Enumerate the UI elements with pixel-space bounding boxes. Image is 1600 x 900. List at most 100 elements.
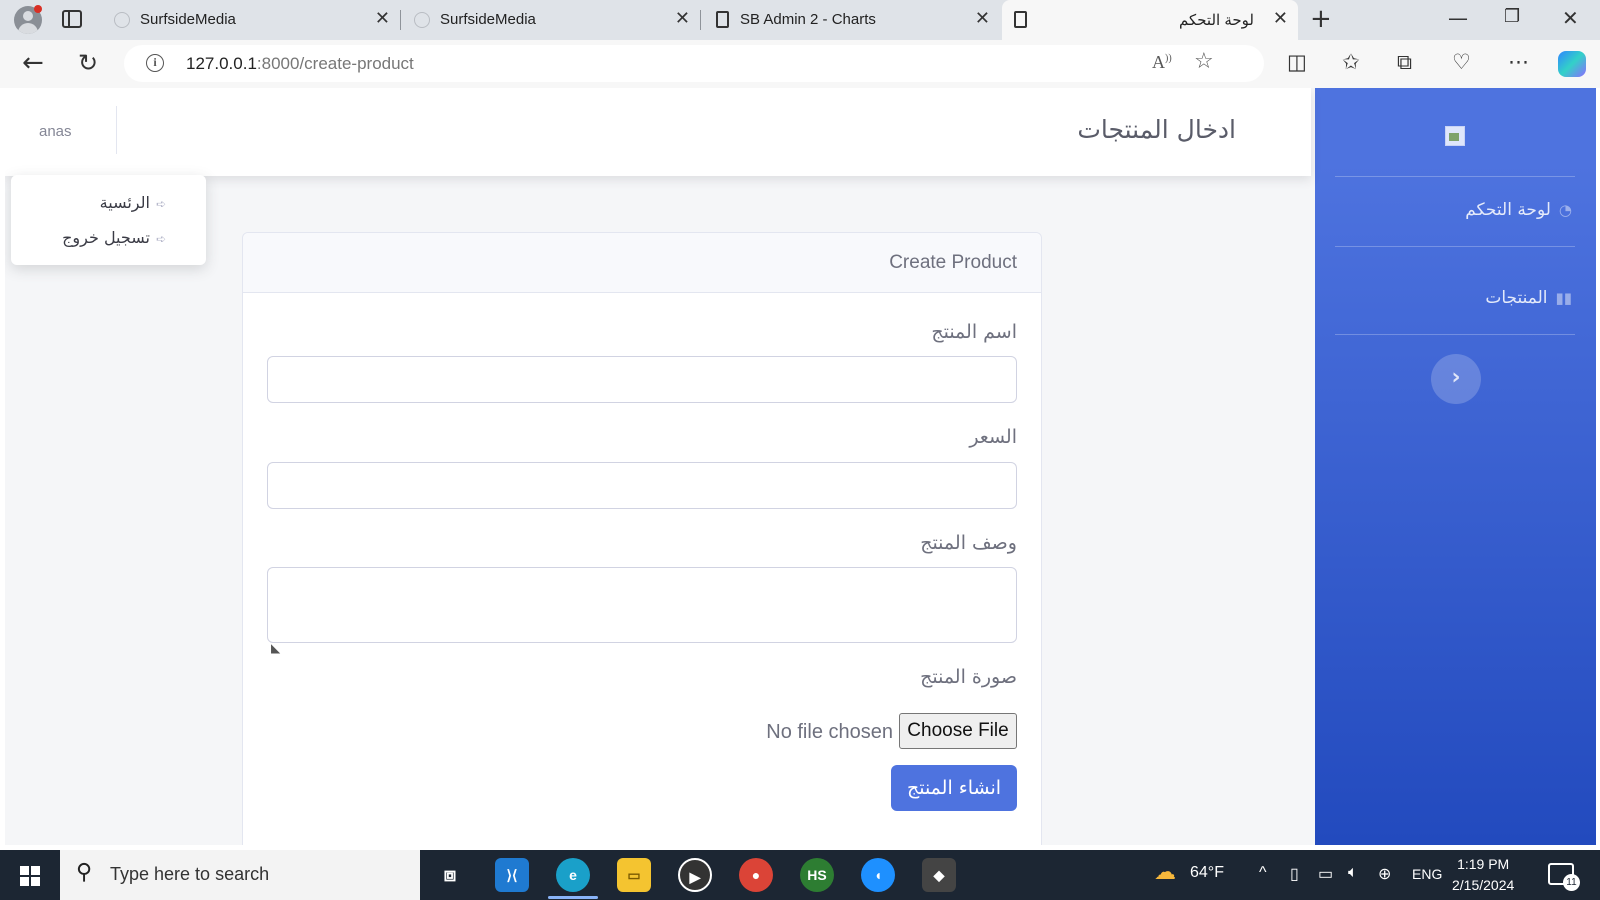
- read-aloud-icon[interactable]: A)): [1152, 52, 1172, 73]
- collections-icon[interactable]: ⧉: [1397, 50, 1412, 75]
- restore-icon[interactable]: ❐: [1504, 6, 1520, 27]
- profile-notification-dot: [34, 5, 42, 13]
- sign-out-icon: ➪: [155, 232, 166, 246]
- globe-icon: [114, 12, 130, 28]
- search-placeholder: Type here to search: [110, 864, 270, 884]
- volume-icon[interactable]: 🔈︎: [1348, 864, 1358, 882]
- user-menu-toggle[interactable]: anas: [39, 123, 72, 140]
- dropdown-item-logout[interactable]: ➪ تسجيل خروج: [62, 228, 166, 247]
- sidebar-item-label: لوحة التحكم: [1465, 200, 1551, 220]
- reload-icon[interactable]: ↻: [78, 49, 98, 77]
- chevron-up-icon[interactable]: ^: [1259, 864, 1267, 882]
- description-textarea[interactable]: [267, 567, 1017, 643]
- description-label: وصف المنتج: [920, 532, 1017, 554]
- tab-title: SB Admin 2 - Charts: [740, 11, 876, 28]
- url-host: 127.0.0.1: [186, 54, 257, 73]
- chrome-icon[interactable]: ●: [739, 858, 773, 892]
- tachometer-icon: ◔: [1558, 201, 1572, 219]
- dropdown-item-label: الرئسية: [99, 193, 150, 212]
- sidebar-divider: [1335, 176, 1575, 177]
- favorites-icon[interactable]: ✩: [1342, 50, 1360, 74]
- product-name-input[interactable]: [267, 356, 1017, 403]
- git-app-icon[interactable]: ◆: [922, 858, 956, 892]
- sidebar-item-products[interactable]: ▮▮ المنتجات: [1485, 288, 1572, 308]
- document-icon: [1014, 11, 1027, 28]
- product-name-label: اسم المنتج: [931, 321, 1017, 343]
- notification-center-icon[interactable]: 11: [1548, 863, 1580, 891]
- file-status-text: No file chosen: [766, 721, 893, 743]
- top-navbar: ادخال المنتجات anas: [5, 88, 1311, 176]
- create-product-button[interactable]: انشاء المنتج: [891, 765, 1017, 811]
- globe-icon: [414, 12, 430, 28]
- split-screen-icon[interactable]: ◫: [1287, 50, 1307, 74]
- copilot-icon[interactable]: [1558, 51, 1586, 77]
- info-icon[interactable]: i: [146, 54, 164, 72]
- topbar-divider: [116, 106, 117, 154]
- active-app-indicator: [548, 896, 598, 899]
- card-header: Create Product: [243, 233, 1041, 293]
- image-label: صورة المنتج: [920, 666, 1017, 688]
- vscode-icon[interactable]: ⟩⟨: [495, 858, 529, 892]
- tab-sb-admin-charts[interactable]: SB Admin 2 - Charts ✕: [704, 0, 1000, 40]
- sidebar: ◔ لوحة التحكم ▮▮ المنتجات ›: [1315, 88, 1596, 845]
- textarea-resize-handle-icon[interactable]: ◣: [271, 641, 280, 655]
- clock-date: 2/15/2024: [1452, 877, 1515, 893]
- notification-count: 11: [1563, 874, 1580, 891]
- browser-tab-strip: SurfsideMedia ✕ SurfsideMedia ✕ SB Admin…: [0, 0, 1600, 40]
- windows-taskbar: ⚲ Type here to search ⧈ ⟩⟨ e ▭ ▶ ● HS ◖ …: [0, 850, 1600, 900]
- user-dropdown-menu: ➪ الرئسية ➪ تسجيل خروج: [11, 175, 206, 265]
- tab-actions-icon[interactable]: [62, 10, 82, 28]
- sidebar-logo-broken-image[interactable]: [1445, 126, 1465, 146]
- weather-icon[interactable]: ☁: [1154, 859, 1176, 885]
- globe-network-icon[interactable]: ⊕: [1378, 864, 1391, 884]
- battery-icon[interactable]: ▭: [1318, 864, 1333, 884]
- clock[interactable]: 1:19 PM 2/15/2024: [1452, 854, 1514, 896]
- tab-title: SurfsideMedia: [140, 11, 236, 28]
- minimize-icon[interactable]: —: [1448, 6, 1468, 30]
- close-tab-icon[interactable]: ✕: [375, 8, 390, 29]
- more-menu-icon[interactable]: ⋯: [1508, 50, 1529, 74]
- sidebar-item-label: المنتجات: [1485, 288, 1548, 308]
- tab-title: لوحة التحكم: [1178, 12, 1254, 29]
- close-tab-icon[interactable]: ✕: [975, 8, 990, 29]
- close-tab-icon[interactable]: ✕: [675, 8, 690, 29]
- dropdown-item-label: تسجيل خروج: [62, 228, 150, 247]
- close-tab-icon[interactable]: ✕: [1273, 8, 1288, 29]
- choose-file-button[interactable]: Choose File: [899, 713, 1017, 749]
- book-icon: ▮▮: [1555, 289, 1572, 307]
- taskbar-search-box[interactable]: ⚲ Type here to search: [60, 850, 420, 900]
- tab-dashboard-active[interactable]: لوحة التحكم ✕: [1002, 0, 1298, 40]
- tab-separator: [700, 10, 701, 30]
- edge-icon[interactable]: e: [556, 858, 590, 892]
- sidebar-divider: [1335, 246, 1575, 247]
- temperature-text[interactable]: 64°F: [1190, 864, 1224, 882]
- device-icon[interactable]: ▯: [1290, 864, 1299, 884]
- price-input[interactable]: [267, 462, 1017, 509]
- windows-start-icon[interactable]: [20, 866, 40, 886]
- hs-app-icon[interactable]: HS: [800, 858, 834, 892]
- task-view-icon[interactable]: ⧈: [433, 858, 467, 892]
- address-bar[interactable]: i 127.0.0.1:8000/create-product A)) ☆: [124, 45, 1264, 82]
- file-explorer-icon[interactable]: ▭: [617, 858, 651, 892]
- clock-time: 1:19 PM: [1457, 856, 1510, 872]
- card-title: Create Product: [889, 252, 1017, 273]
- url-path: :8000/create-product: [256, 54, 414, 73]
- tab-surfsidemedia-1[interactable]: SurfsideMedia ✕: [104, 0, 401, 40]
- url-text[interactable]: 127.0.0.1:8000/create-product: [186, 54, 414, 74]
- new-tab-button[interactable]: +: [1310, 4, 1332, 34]
- tab-surfsidemedia-2[interactable]: SurfsideMedia ✕: [404, 0, 701, 40]
- search-icon: ⚲: [76, 860, 93, 885]
- blue-app-icon[interactable]: ◖: [861, 858, 895, 892]
- sidebar-item-dashboard[interactable]: ◔ لوحة التحكم: [1465, 200, 1572, 220]
- close-window-icon[interactable]: ✕: [1562, 6, 1579, 30]
- tab-separator: [400, 10, 401, 30]
- browser-essentials-icon[interactable]: ♡: [1452, 50, 1471, 74]
- favorite-star-icon[interactable]: ☆: [1194, 49, 1214, 74]
- language-indicator[interactable]: ENG: [1412, 866, 1442, 882]
- tab-title: SurfsideMedia: [440, 11, 536, 28]
- sidebar-divider: [1335, 334, 1575, 335]
- media-player-icon[interactable]: ▶: [678, 858, 712, 892]
- sidebar-toggle-button[interactable]: ›: [1431, 354, 1481, 404]
- dropdown-item-home[interactable]: ➪ الرئسية: [100, 193, 166, 212]
- back-arrow-icon[interactable]: ←: [22, 48, 44, 78]
